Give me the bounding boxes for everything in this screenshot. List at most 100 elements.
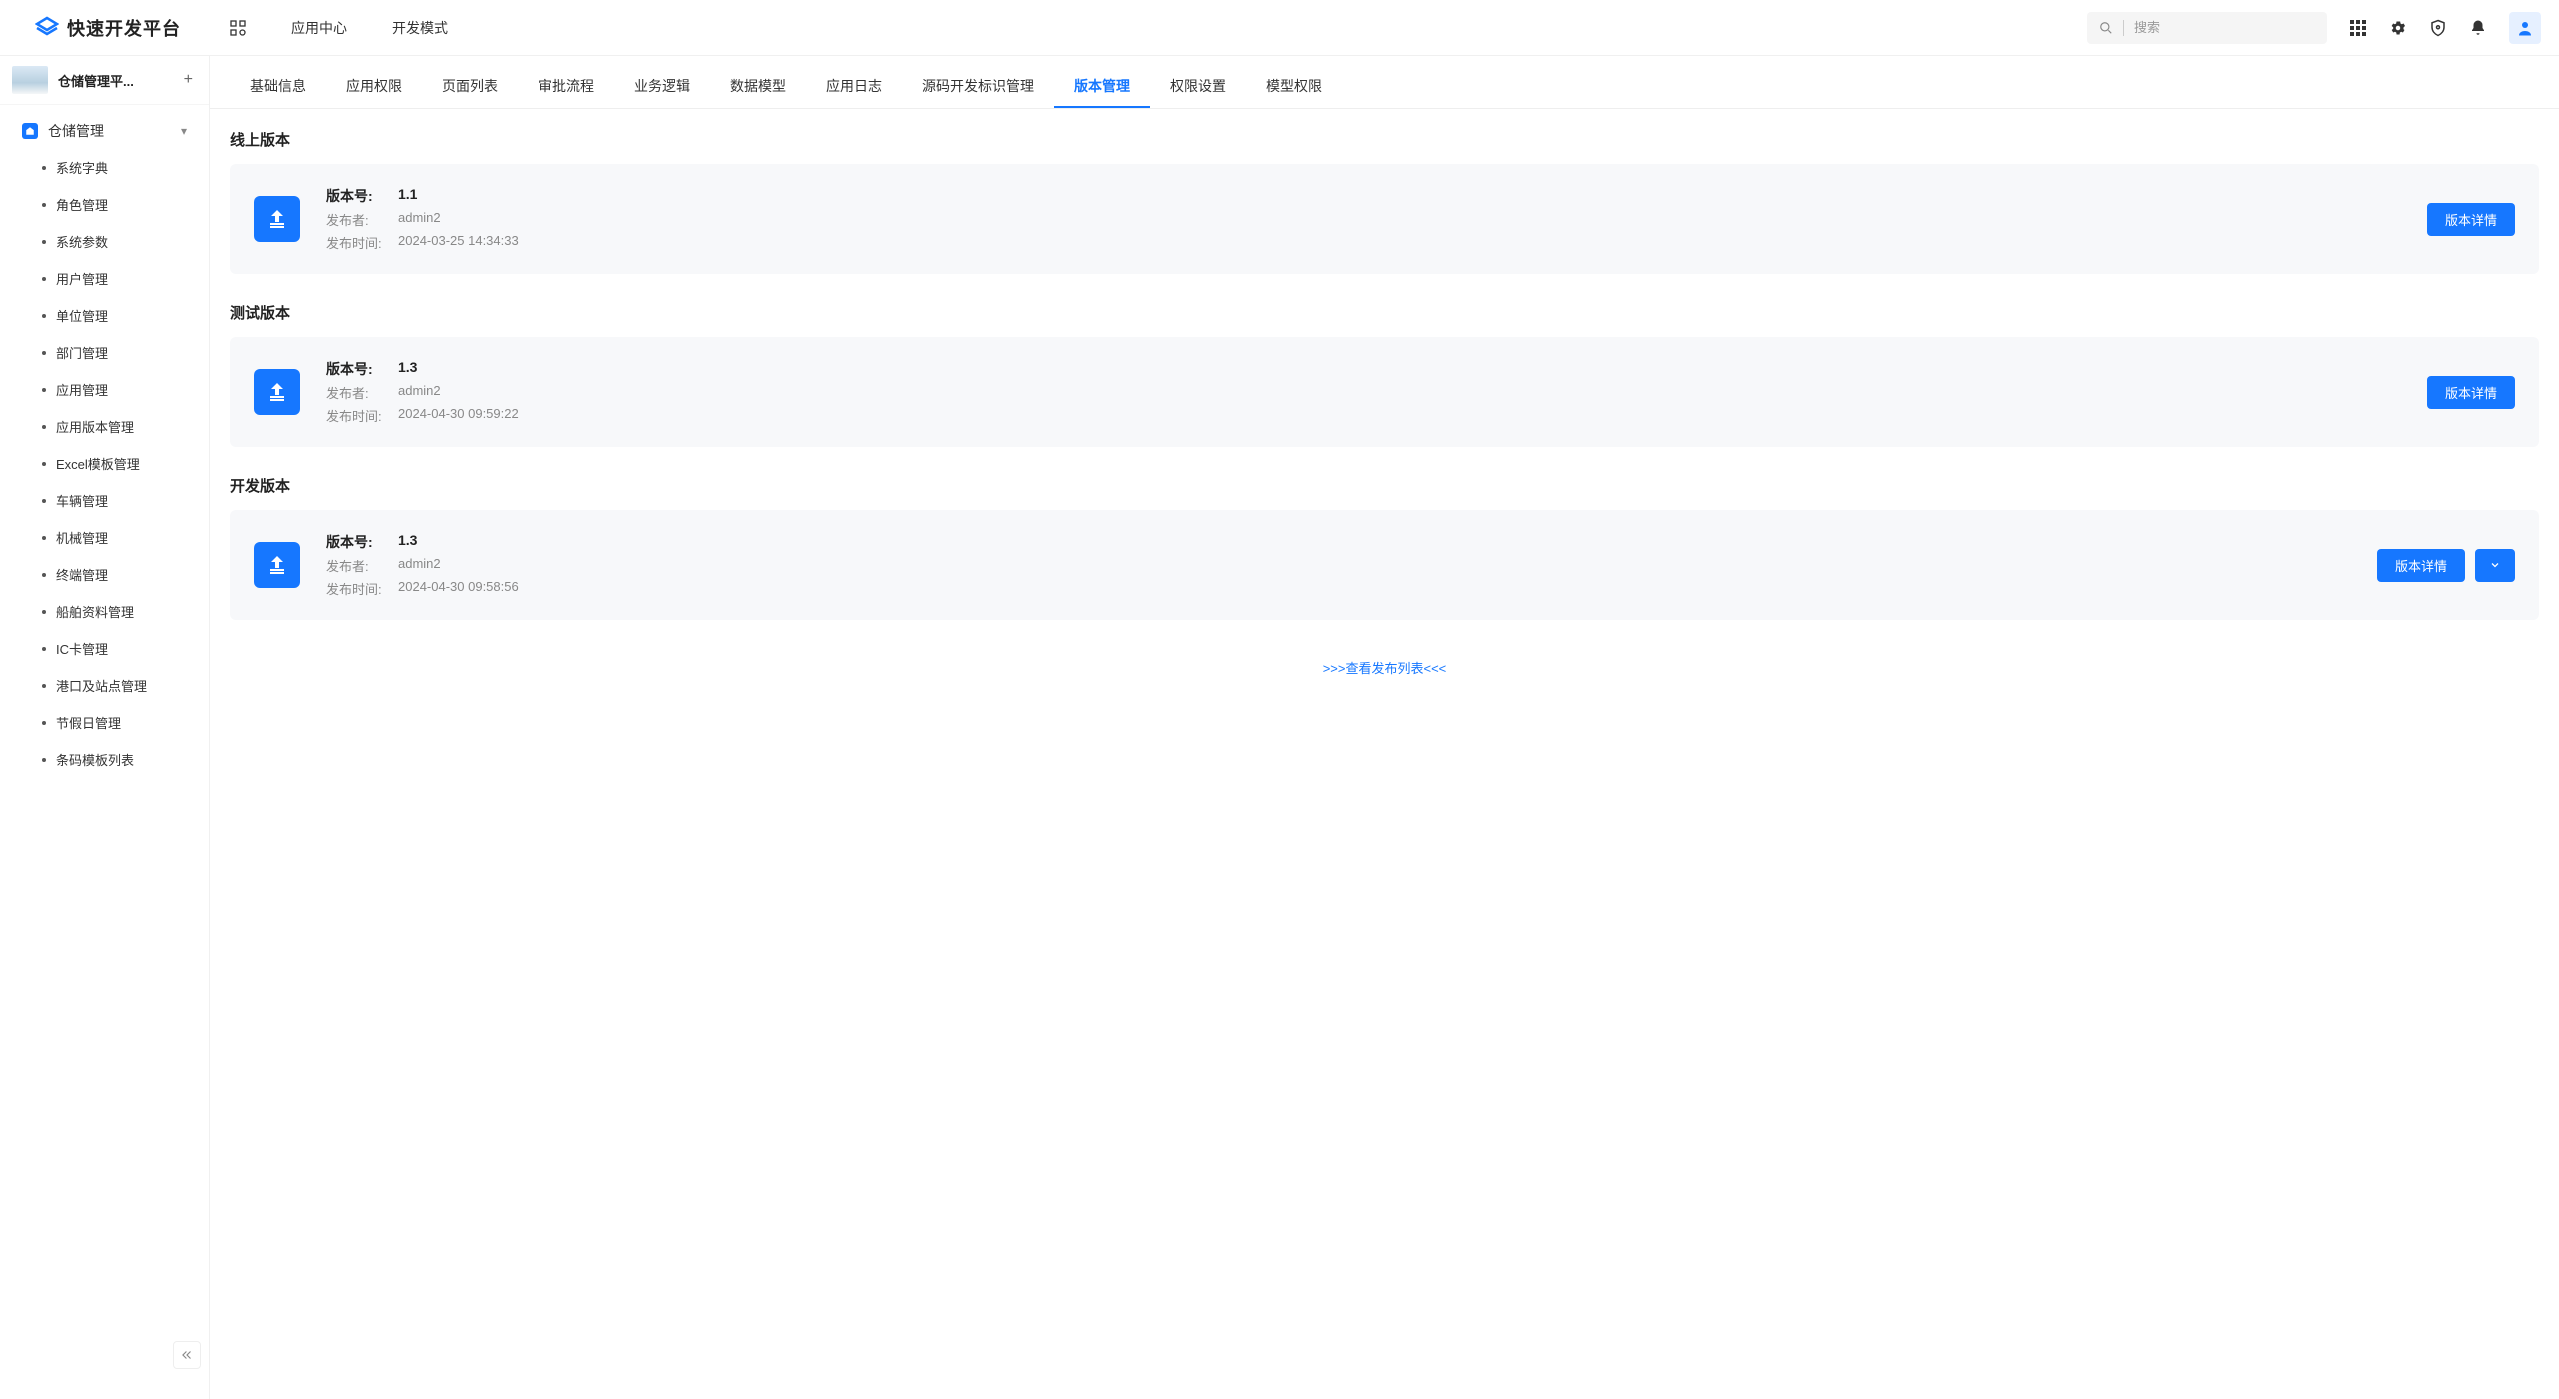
app-selector[interactable]: 仓储管理平... + xyxy=(0,56,209,105)
nav-label: 开发模式 xyxy=(392,18,448,38)
info-row: 版本号:1.3 xyxy=(326,359,2401,379)
home-icon xyxy=(22,123,38,139)
info-label: 发布时间: xyxy=(326,579,386,598)
bullet-icon xyxy=(42,536,46,540)
settings-shield-icon[interactable] xyxy=(2429,19,2447,37)
sidebar-item-label: 船舶资料管理 xyxy=(56,602,134,621)
info-row: 版本号: 1.3 xyxy=(326,532,2351,552)
info-value: 2024-04-30 09:58:56 xyxy=(398,579,519,598)
sidebar-item[interactable]: 应用版本管理 xyxy=(0,408,209,445)
logo-icon xyxy=(35,16,59,40)
info-value: 2024-03-25 14:34:33 xyxy=(398,233,519,252)
info-value: 1.1 xyxy=(398,186,417,206)
info-label: 发布者: xyxy=(326,383,386,402)
version-detail-button[interactable]: 版本详情 xyxy=(2427,376,2515,409)
sidebar-item[interactable]: 部门管理 xyxy=(0,334,209,371)
section-title: 开发版本 xyxy=(230,475,2539,496)
tabs: 基础信息应用权限页面列表审批流程业务逻辑数据模型应用日志源码开发标识管理版本管理… xyxy=(210,56,2559,109)
info-value: 2024-04-30 09:59:22 xyxy=(398,406,519,425)
sidebar: 仓储管理平... + 仓储管理 ▾ 系统字典角色管理系统参数用户管理单位管理部门… xyxy=(0,56,210,1399)
tab[interactable]: 应用日志 xyxy=(806,66,902,108)
tab[interactable]: 数据模型 xyxy=(710,66,806,108)
sidebar-item[interactable]: 条码模板列表 xyxy=(0,741,209,778)
bullet-icon xyxy=(42,351,46,355)
sidebar-item-label: 机械管理 xyxy=(56,528,108,547)
sidebar-item-label: 单位管理 xyxy=(56,306,108,325)
card-actions: 版本详情 xyxy=(2427,376,2515,409)
nav-home[interactable] xyxy=(230,20,246,36)
sidebar-item-label: 角色管理 xyxy=(56,195,108,214)
info-value: admin2 xyxy=(398,383,441,402)
version-info: 版本号:1.1发布者:admin2发布时间:2024-03-25 14:34:3… xyxy=(326,186,2401,252)
bell-icon[interactable] xyxy=(2469,19,2487,37)
bullet-icon xyxy=(42,573,46,577)
tab[interactable]: 版本管理 xyxy=(1054,66,1150,108)
tab[interactable]: 权限设置 xyxy=(1150,66,1246,108)
tree-root-label: 仓储管理 xyxy=(48,121,171,141)
sidebar-item-label: 部门管理 xyxy=(56,343,108,362)
sidebar-item[interactable]: 终端管理 xyxy=(0,556,209,593)
search-box[interactable] xyxy=(2087,12,2327,44)
sidebar-item-label: 节假日管理 xyxy=(56,713,121,732)
sidebar-item-label: 用户管理 xyxy=(56,269,108,288)
card-actions: 版本详情 xyxy=(2377,549,2515,582)
tab[interactable]: 基础信息 xyxy=(230,66,326,108)
version-detail-button[interactable]: 版本详情 xyxy=(2377,549,2465,582)
sidebar-item[interactable]: Excel模板管理 xyxy=(0,445,209,482)
bullet-icon xyxy=(42,499,46,503)
tab[interactable]: 审批流程 xyxy=(518,66,614,108)
sidebar-collapse-button[interactable] xyxy=(173,1341,201,1369)
version-more-dropdown[interactable] xyxy=(2475,549,2515,582)
bullet-icon xyxy=(42,166,46,170)
sidebar-item[interactable]: 用户管理 xyxy=(0,260,209,297)
nav-dev-mode[interactable]: 开发模式 xyxy=(392,18,448,38)
sidebar-item[interactable]: 机械管理 xyxy=(0,519,209,556)
card-actions: 版本详情 xyxy=(2427,203,2515,236)
add-app-button[interactable]: + xyxy=(180,69,197,91)
bullet-icon xyxy=(42,647,46,651)
info-row: 发布时间: 2024-04-30 09:58:56 xyxy=(326,579,2351,598)
avatar[interactable] xyxy=(2509,12,2541,44)
tab[interactable]: 业务逻辑 xyxy=(614,66,710,108)
sidebar-item[interactable]: 车辆管理 xyxy=(0,482,209,519)
gear-icon[interactable] xyxy=(2389,19,2407,37)
bullet-icon xyxy=(42,314,46,318)
sidebar-item[interactable]: 港口及站点管理 xyxy=(0,667,209,704)
apps-icon[interactable] xyxy=(2349,19,2367,37)
app-name: 仓储管理平... xyxy=(58,71,170,90)
version-detail-button[interactable]: 版本详情 xyxy=(2427,203,2515,236)
bullet-icon xyxy=(42,425,46,429)
sidebar-item[interactable]: 船舶资料管理 xyxy=(0,593,209,630)
section-title: 线上版本 xyxy=(230,129,2539,150)
tab[interactable]: 应用权限 xyxy=(326,66,422,108)
info-value: admin2 xyxy=(398,556,441,575)
search-input[interactable] xyxy=(2134,20,2315,35)
tab[interactable]: 模型权限 xyxy=(1246,66,1342,108)
chevron-down-icon: ▾ xyxy=(181,124,187,138)
tab[interactable]: 页面列表 xyxy=(422,66,518,108)
upload-icon xyxy=(254,369,300,415)
nav-app-center[interactable]: 应用中心 xyxy=(291,18,347,38)
info-label: 版本号: xyxy=(326,532,386,552)
info-value: 1.3 xyxy=(398,532,417,552)
info-row: 发布者:admin2 xyxy=(326,210,2401,229)
sidebar-item-label: 终端管理 xyxy=(56,565,108,584)
sidebar-item-label: 港口及站点管理 xyxy=(56,676,147,695)
sidebar-item[interactable]: 应用管理 xyxy=(0,371,209,408)
info-label: 发布者: xyxy=(326,556,386,575)
content: 线上版本版本号: 1.1 发布者: admin2 发布时间: 2024-03-25 14:… xyxy=(210,109,2559,707)
sidebar-item[interactable]: 系统参数 xyxy=(0,223,209,260)
tab[interactable]: 源码开发标识管理 xyxy=(902,66,1054,108)
sidebar-item[interactable]: 角色管理 xyxy=(0,186,209,223)
sidebar-item[interactable]: 系统字典 xyxy=(0,149,209,186)
sidebar-item-label: IC卡管理 xyxy=(56,639,108,658)
bullet-icon xyxy=(42,388,46,392)
view-publish-list-link[interactable]: >>>查看发布列表<<< xyxy=(230,648,2539,687)
sidebar-item[interactable]: 节假日管理 xyxy=(0,704,209,741)
info-row: 发布者: admin2 xyxy=(326,556,2351,575)
sidebar-item[interactable]: 单位管理 xyxy=(0,297,209,334)
bullet-icon xyxy=(42,462,46,466)
info-label: 版本号: xyxy=(326,186,386,206)
sidebar-item[interactable]: IC卡管理 xyxy=(0,630,209,667)
tree-root-warehouse[interactable]: 仓储管理 ▾ xyxy=(0,113,209,149)
